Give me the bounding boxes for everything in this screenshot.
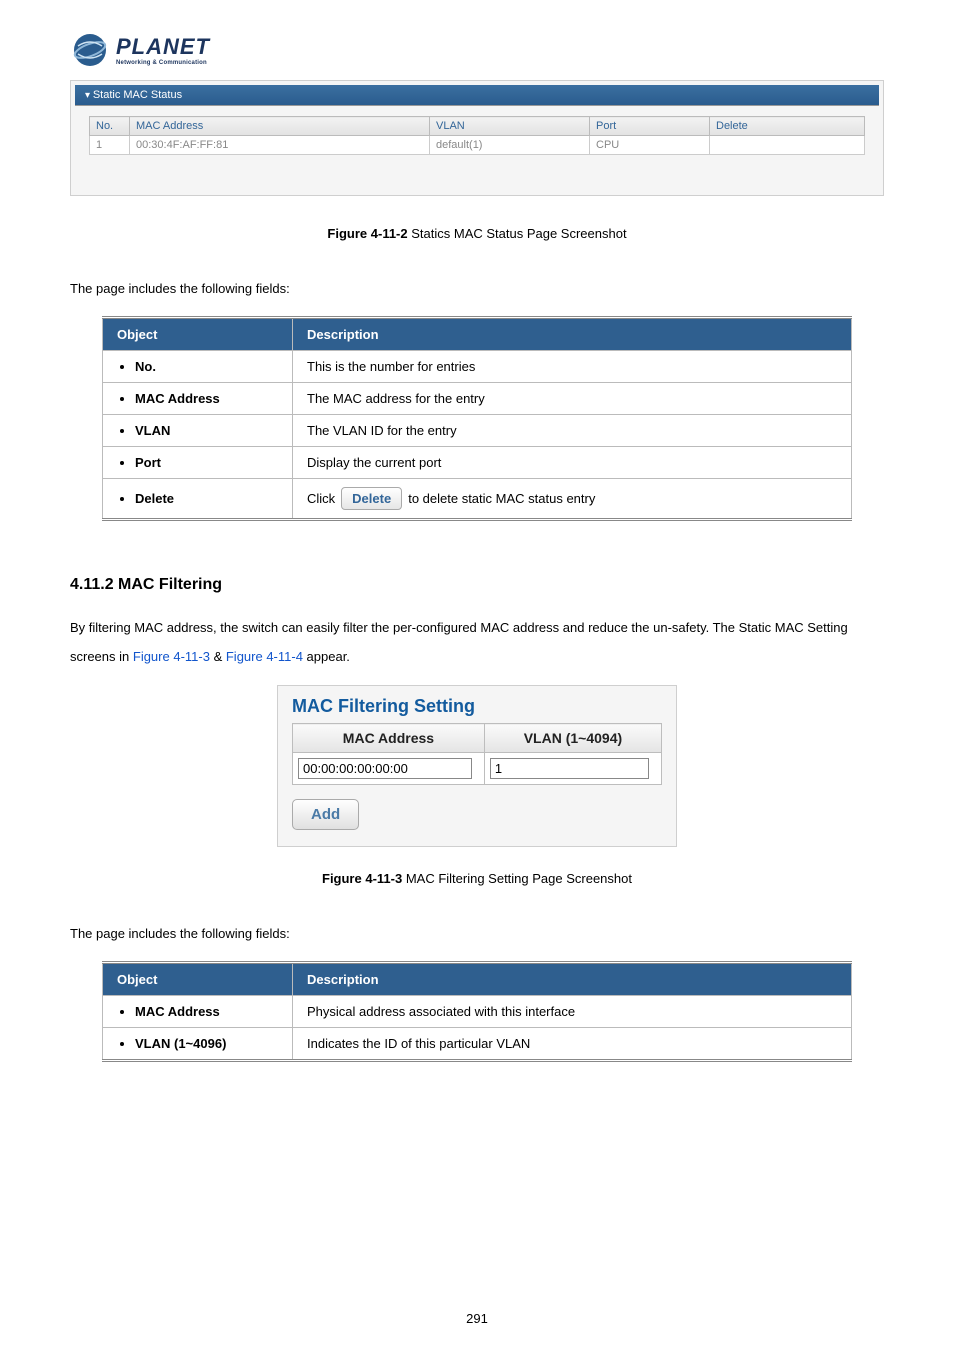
brand-tagline: Networking & Communication [116, 60, 210, 66]
section-paragraph: By filtering MAC address, the switch can… [70, 614, 884, 671]
cell-vlan: default(1) [430, 136, 590, 155]
obj-item: Port [135, 455, 278, 470]
desc-header: Description [293, 963, 852, 996]
cell-delete [710, 136, 865, 155]
table-row: No. This is the number for entries [103, 351, 852, 383]
static-mac-status-title: Static MAC Status [85, 89, 182, 101]
cell-mac: 00:30:4F:AF:FF:81 [130, 136, 430, 155]
static-mac-status-panel: Static MAC Status No. MAC Address VLAN P… [70, 80, 884, 196]
delete-desc-pre: Click [307, 491, 335, 506]
vlan-input[interactable] [490, 758, 649, 779]
figure-link-1[interactable]: Figure 4-11-3 [133, 649, 210, 664]
filter-col-vlan: VLAN (1~4094) [484, 724, 661, 753]
col-delete-header: Delete [710, 117, 865, 136]
section-heading: 4.11.2 MAC Filtering [70, 576, 884, 594]
desc-cell: Indicates the ID of this particular VLAN [293, 1028, 852, 1061]
col-port-header: Port [590, 117, 710, 136]
figure-text-1: Statics MAC Status Page Screenshot [408, 226, 627, 241]
desc-cell: Physical address associated with this in… [293, 996, 852, 1028]
figure-label-1: Figure 4-11-2 [327, 226, 407, 241]
obj-header: Object [103, 963, 293, 996]
table-row [293, 753, 662, 785]
table-row: VLAN The VLAN ID for the entry [103, 415, 852, 447]
desc-header: Description [293, 318, 852, 351]
desc-cell: Display the current port [293, 447, 852, 479]
delete-button[interactable]: Delete [341, 487, 402, 510]
page-number: 291 [0, 1311, 954, 1326]
static-mac-status-header[interactable]: Static MAC Status [75, 85, 879, 106]
desc-cell: This is the number for entries [293, 351, 852, 383]
static-mac-status-table: No. MAC Address VLAN Port Delete 1 00:30… [89, 116, 865, 155]
figure-label-2: Figure 4-11-3 [322, 871, 402, 886]
mac-filtering-title: MAC Filtering Setting [292, 696, 662, 717]
brand-name: PLANET [116, 34, 210, 60]
object-description-table-1: Object Description No. This is the numbe… [102, 316, 852, 521]
mac-filtering-panel: MAC Filtering Setting MAC Address VLAN (… [277, 685, 677, 847]
obj-item: MAC Address [135, 391, 278, 406]
obj-item: No. [135, 359, 278, 374]
filter-col-mac: MAC Address [293, 724, 485, 753]
table-row: 1 00:30:4F:AF:FF:81 default(1) CPU [90, 136, 865, 155]
obj-item: VLAN (1~4096) [135, 1036, 278, 1051]
table-row: VLAN (1~4096) Indicates the ID of this p… [103, 1028, 852, 1061]
fields-intro-1: The page includes the following fields: [70, 281, 884, 296]
cell-port: CPU [590, 136, 710, 155]
obj-item: MAC Address [135, 1004, 278, 1019]
table-row: Port Display the current port [103, 447, 852, 479]
mac-address-input[interactable] [298, 758, 472, 779]
figure-text-2: MAC Filtering Setting Page Screenshot [402, 871, 632, 886]
desc-cell: The MAC address for the entry [293, 383, 852, 415]
desc-cell: The VLAN ID for the entry [293, 415, 852, 447]
fields-intro-2: The page includes the following fields: [70, 926, 884, 941]
col-no-header: No. [90, 117, 130, 136]
planet-globe-icon [70, 30, 110, 70]
table-row: MAC Address The MAC address for the entr… [103, 383, 852, 415]
para-amp: & [210, 649, 226, 664]
table-row: Delete Click Delete to delete static MAC… [103, 479, 852, 520]
object-description-table-2: Object Description MAC Address Physical … [102, 961, 852, 1062]
figure-caption-2: Figure 4-11-3 MAC Filtering Setting Page… [70, 871, 884, 886]
obj-item: Delete [135, 491, 278, 506]
col-mac-header: MAC Address [130, 117, 430, 136]
para-text-b: appear. [303, 649, 350, 664]
col-vlan-header: VLAN [430, 117, 590, 136]
brand-logo: PLANET Networking & Communication [70, 30, 884, 70]
figure-link-2[interactable]: Figure 4-11-4 [226, 649, 303, 664]
figure-caption-1: Figure 4-11-2 Statics MAC Status Page Sc… [70, 226, 884, 241]
delete-desc-post: to delete static MAC status entry [408, 491, 595, 506]
obj-item: VLAN [135, 423, 278, 438]
cell-no: 1 [90, 136, 130, 155]
obj-header: Object [103, 318, 293, 351]
mac-filtering-table: MAC Address VLAN (1~4094) [292, 723, 662, 785]
table-row: MAC Address Physical address associated … [103, 996, 852, 1028]
add-button[interactable]: Add [292, 799, 359, 830]
